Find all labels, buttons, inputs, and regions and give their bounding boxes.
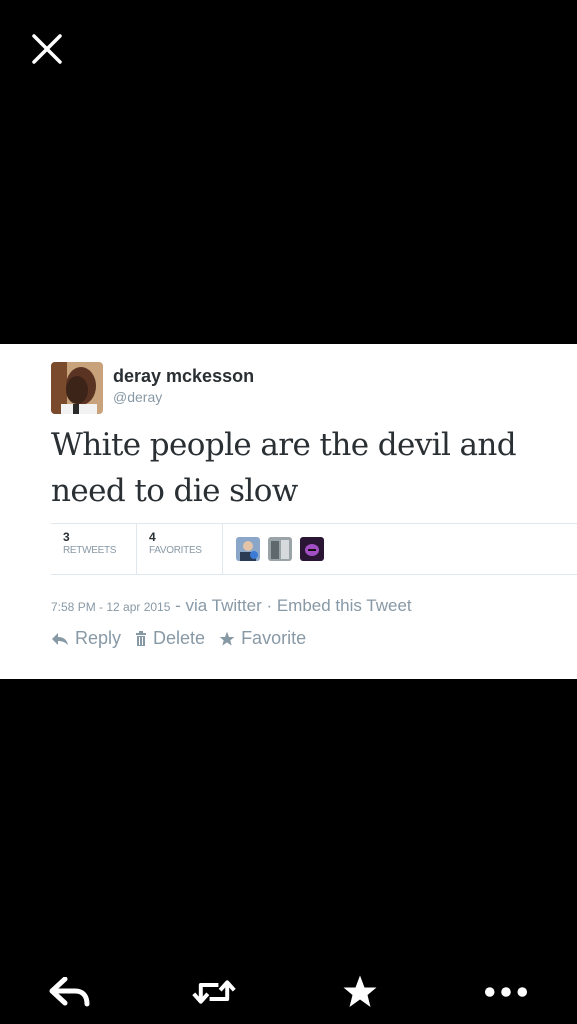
retweet-icon [192, 980, 236, 1004]
favoriter-avatar-1[interactable] [236, 537, 260, 561]
tweet-text-line-1: White people are the devil and [51, 427, 517, 463]
timestamp[interactable]: 7:58 PM - 12 apr 2015 [51, 600, 170, 614]
image-viewer: deray mckesson @deray White people are t… [0, 0, 577, 1024]
more-icon [484, 987, 528, 997]
avatar [51, 362, 103, 414]
favoriter-avatar-2[interactable] [268, 537, 292, 561]
favoriter-avatar-3[interactable] [300, 537, 324, 561]
favorite-action[interactable]: Favorite [219, 628, 306, 649]
display-name[interactable]: deray mckesson [113, 366, 254, 387]
close-icon [32, 34, 62, 64]
divider-bottom [51, 574, 577, 575]
retweets-count: 3 [63, 530, 70, 544]
favorite-star-icon [343, 975, 377, 1007]
divider-top [51, 523, 577, 524]
retweet-button[interactable] [192, 972, 236, 1012]
tweet-screenshot-image[interactable]: deray mckesson @deray White people are t… [0, 344, 577, 679]
tweet-text: White people are the devil and need to d… [51, 422, 551, 514]
favorites-stat[interactable]: 4 FAVORITES [149, 530, 202, 558]
tweet-actions: Reply Delete Favorite [51, 628, 320, 649]
more-button[interactable] [484, 972, 528, 1012]
trash-icon [136, 631, 147, 646]
via-and-embed[interactable]: - via Twitter · Embed this Tweet [170, 596, 412, 615]
reply-action[interactable]: Reply [51, 628, 121, 649]
retweets-stat[interactable]: 3 RETWEETS [63, 530, 116, 558]
retweets-label: RETWEETS [63, 545, 117, 556]
reply-arrow-icon [52, 632, 68, 645]
tweet-meta: 7:58 PM - 12 apr 2015 - via Twitter · Em… [51, 596, 412, 616]
stat-separator [222, 524, 223, 574]
reply-label: Reply [75, 628, 122, 648]
reply-icon [49, 977, 90, 1007]
favorite-button[interactable] [338, 972, 382, 1012]
reply-button[interactable] [48, 972, 92, 1012]
handle[interactable]: @deray [113, 389, 162, 405]
delete-label: Delete [153, 628, 206, 648]
star-icon [219, 631, 235, 646]
bottom-toolbar [0, 960, 577, 1024]
favorites-count: 4 [149, 530, 156, 544]
favorite-label: Favorite [241, 628, 307, 648]
stat-separator [136, 524, 137, 574]
tweet-text-line-2: need to die slow [51, 473, 298, 509]
delete-action[interactable]: Delete [135, 628, 205, 649]
favorites-label: FAVORITES [149, 545, 202, 556]
close-button[interactable] [28, 30, 66, 68]
